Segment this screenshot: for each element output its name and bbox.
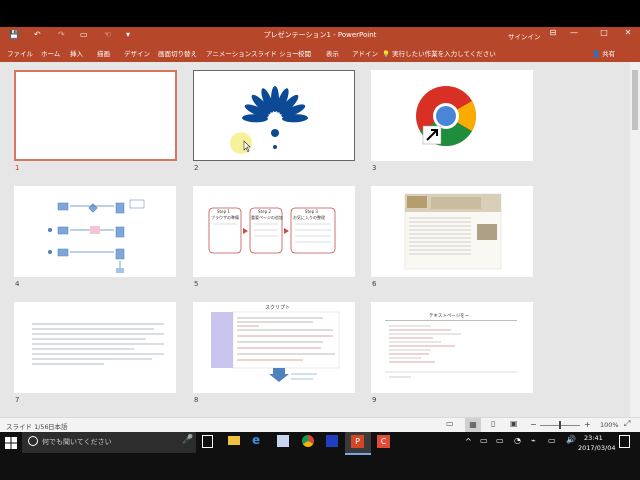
- slide-thumbnail-2[interactable]: [193, 70, 355, 161]
- lightbulb-icon: 💡: [382, 50, 391, 58]
- reading-view-icon[interactable]: ▯: [491, 419, 495, 428]
- slide-number: 9: [372, 396, 377, 404]
- chrome-taskbar-icon[interactable]: [302, 435, 314, 447]
- slide-thumbnail-9[interactable]: テキストページを一: [371, 302, 533, 393]
- maximize-button[interactable]: □: [594, 28, 614, 37]
- script-diagram: [211, 311, 340, 382]
- tab-home[interactable]: ホーム: [41, 48, 60, 58]
- slideshow-view-icon[interactable]: ▣: [510, 419, 518, 428]
- slide-thumbnail-8[interactable]: スクリプト: [193, 302, 355, 393]
- tab-insert[interactable]: 挿入: [70, 48, 83, 58]
- close-button[interactable]: ✕: [618, 28, 638, 37]
- slide-number: 4: [15, 280, 20, 288]
- red-app-icon[interactable]: C: [377, 435, 390, 448]
- taskbar: 何でも聞いてください 🎤 e P C ^ ▭ ▭ ◔ ⌁ ▭ 🔊 23:41 2…: [0, 432, 640, 480]
- ribbon-display-icon[interactable]: ⊟: [543, 28, 563, 37]
- tab-addins[interactable]: アドイン: [352, 48, 378, 58]
- tab-file[interactable]: ファイル: [7, 48, 33, 58]
- app-icon[interactable]: [277, 435, 289, 447]
- normal-view-icon[interactable]: ▭: [446, 419, 454, 428]
- volume-icon[interactable]: 🔊: [566, 435, 576, 444]
- chevron-up-icon[interactable]: ^: [465, 437, 472, 446]
- cortana-icon: [28, 436, 38, 446]
- step2-title: Step 2: [258, 209, 271, 214]
- language-indicator[interactable]: 日本語: [48, 421, 68, 431]
- step2-subtitle: 重要ページの追加: [251, 215, 283, 220]
- step3-title: Step 3: [305, 209, 318, 214]
- slide-number: 5: [194, 280, 199, 288]
- minimize-button[interactable]: —: [564, 28, 584, 37]
- tab-animations[interactable]: アニメーション: [206, 48, 251, 58]
- powerpoint-icon: P: [351, 435, 364, 448]
- fit-to-window-icon[interactable]: ⤢: [624, 419, 630, 429]
- tab-draw[interactable]: 描画: [97, 48, 110, 58]
- zoom-level[interactable]: 100%: [600, 421, 619, 429]
- step1-subtitle: ブラウザの準備: [211, 215, 239, 220]
- search-placeholder: 何でも聞いてください: [42, 438, 112, 446]
- slide-sorter-view-icon[interactable]: ▦: [465, 418, 481, 432]
- slide-thumbnail-1[interactable]: [14, 70, 177, 161]
- slide-thumbnail-7[interactable]: [14, 302, 176, 393]
- slide-thumbnail-4[interactable]: [14, 186, 176, 277]
- step1-title: Step 1: [217, 209, 230, 214]
- slide-thumbnail-6[interactable]: [371, 186, 533, 277]
- tab-review[interactable]: 校閲: [298, 48, 311, 58]
- tell-me-box[interactable]: 💡 実行したい作業を入力してください: [382, 48, 496, 58]
- webpage-screenshot: [404, 193, 502, 270]
- scrollbar-thumb[interactable]: [632, 70, 638, 130]
- status-bar: スライド 1/56 日本語 ▭ ▦ ▯ ▣ − + 100% ⤢: [0, 417, 640, 433]
- slide-number: 6: [372, 280, 377, 288]
- share-label: 共有: [602, 50, 616, 58]
- search-box[interactable]: 何でも聞いてください 🎤: [22, 432, 196, 453]
- keyboard-icon[interactable]: ▭: [496, 436, 504, 445]
- task-view-icon[interactable]: [202, 435, 213, 448]
- share-button[interactable]: 👤 共有: [592, 48, 615, 58]
- text-lines: [385, 325, 517, 378]
- ribbon-tabs: ファイル ホーム 挿入 描画 デザイン 画面切り替え アニメーション スライド …: [0, 44, 640, 62]
- slide-number: 7: [15, 396, 20, 404]
- clock-time[interactable]: 23:41: [584, 434, 603, 442]
- step3-subtitle: お気に入りの整理: [293, 215, 325, 220]
- microphone-icon[interactable]: 🎤: [182, 435, 193, 445]
- app-blue-icon[interactable]: [326, 435, 338, 447]
- signin-link[interactable]: サインイン: [508, 31, 541, 41]
- edge-icon[interactable]: e: [252, 433, 260, 447]
- tell-me-text: 実行したい作業を入力してください: [392, 50, 496, 58]
- slide-number: 2: [194, 164, 199, 172]
- slide-number: 8: [194, 396, 199, 404]
- tab-view[interactable]: 表示: [326, 48, 339, 58]
- tab-transitions[interactable]: 画面切り替え: [158, 48, 197, 58]
- display-icon[interactable]: ▭: [548, 436, 556, 445]
- fan-logo-icon: [230, 86, 308, 154]
- tab-design[interactable]: デザイン: [124, 48, 150, 58]
- powerpoint-taskbar-button[interactable]: P: [345, 432, 371, 455]
- zoom-in-icon[interactable]: +: [584, 420, 591, 429]
- person-icon: 👤: [592, 50, 601, 58]
- zoom-out-icon[interactable]: −: [530, 420, 537, 429]
- code-text-block: [32, 323, 164, 365]
- network-diagram-icon: [48, 199, 145, 273]
- slide-thumbnail-5[interactable]: Step 1 ブラウザの準備 Step 2 重要ページの追加 Step 3 お気…: [193, 186, 355, 277]
- slide-thumbnail-3[interactable]: [371, 70, 533, 161]
- windows-start-icon[interactable]: [5, 437, 17, 449]
- title-bar: 💾 ↶ ↷ ▭ ☜ ▾ プレゼンテーション1 - PowerPoint サインイ…: [0, 27, 640, 44]
- slide-number: 1: [15, 164, 20, 172]
- network-icon[interactable]: ▭: [480, 436, 488, 445]
- file-explorer-icon[interactable]: [228, 436, 240, 445]
- steps-diagram: [208, 207, 336, 254]
- chrome-shortcut-icon: [416, 86, 476, 147]
- screen-top-bar: [0, 0, 640, 27]
- slide8-title: スクリプト: [265, 305, 291, 311]
- clock-date[interactable]: 2017/03/04: [578, 444, 615, 452]
- action-center-icon[interactable]: [619, 435, 630, 448]
- bluetooth-icon[interactable]: ⌁: [531, 436, 536, 445]
- zoom-slider-thumb[interactable]: [559, 421, 561, 429]
- slide-count: スライド 1/56: [6, 423, 49, 431]
- slide-sorter: 1 2 3 4 Step 1 ブラウザの準備 Step 2 重要ページの追加 S…: [0, 62, 640, 417]
- wifi-icon[interactable]: ◔: [514, 436, 521, 445]
- tab-slideshow[interactable]: スライド ショー: [251, 48, 299, 58]
- slide-number: 3: [372, 164, 377, 172]
